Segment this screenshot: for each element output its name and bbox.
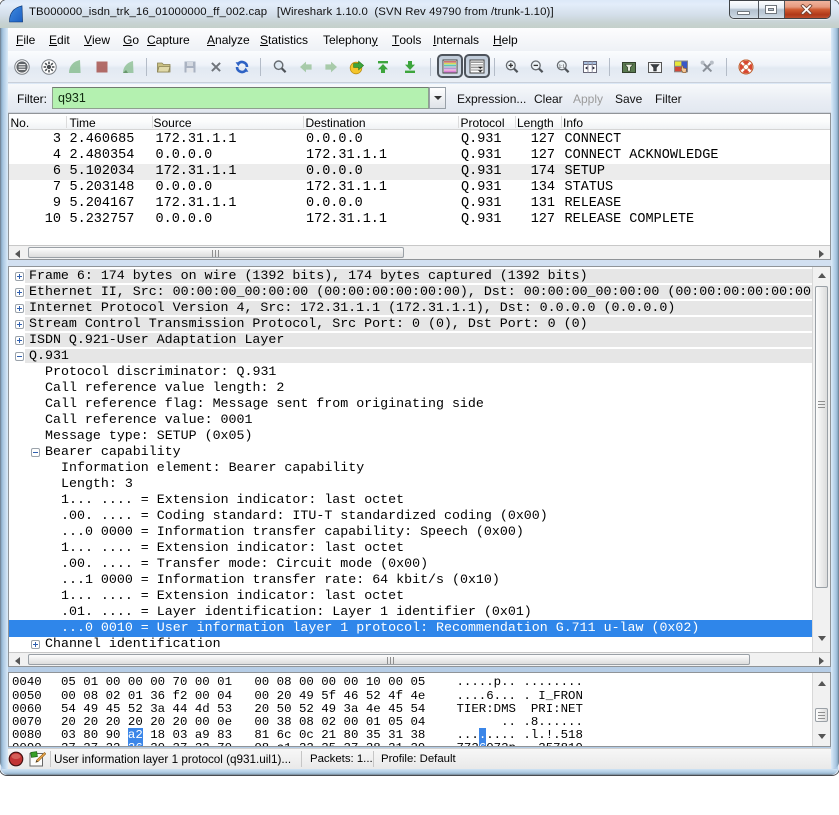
- svg-text:1:1: 1:1: [559, 63, 566, 68]
